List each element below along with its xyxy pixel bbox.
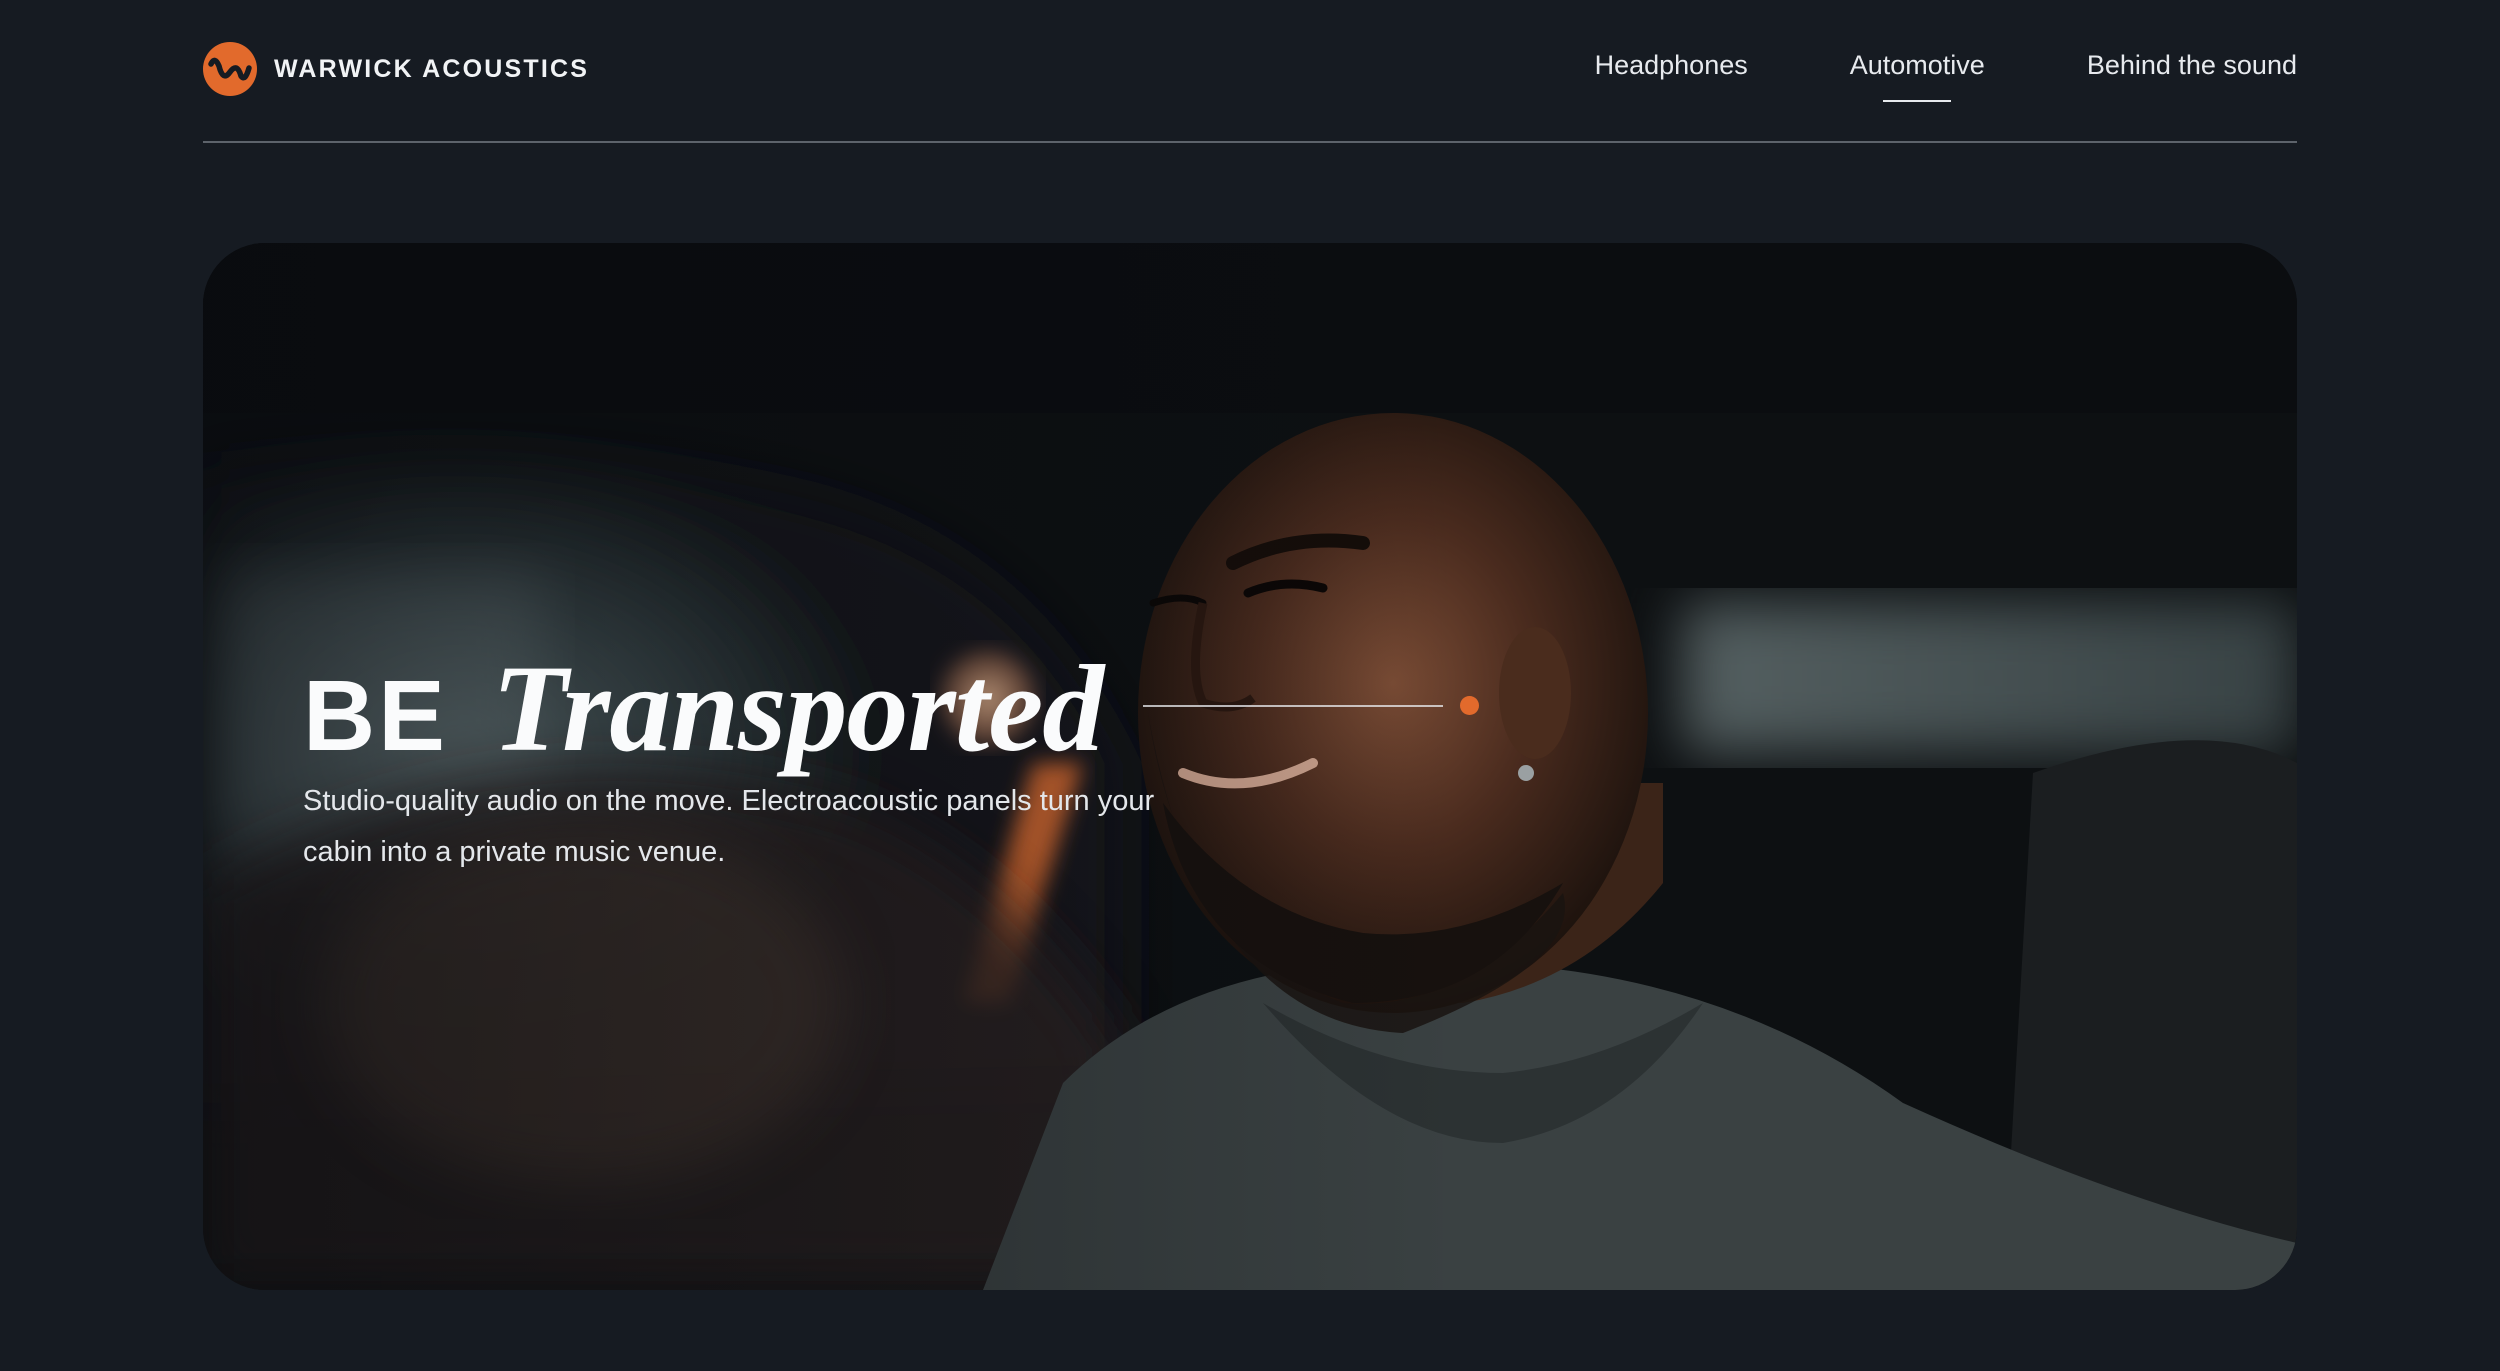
nav-item-headphones[interactable]: Headphones	[1595, 50, 1748, 81]
hero-subtitle-line-2: cabin into a private music venue.	[303, 836, 726, 868]
wave-logo-icon	[203, 42, 257, 96]
hero-banner: BE Transported Studio-quality audio on t…	[203, 243, 2297, 1290]
nav-item-behind-the-sound[interactable]: Behind the sound	[2087, 50, 2297, 81]
hero-title: BE Transported	[303, 638, 1104, 780]
brand-name: WARWICK ACOUSTICS	[274, 54, 590, 83]
hero-hotspot-dot[interactable]	[1460, 696, 1479, 715]
hero-callout-line	[1143, 705, 1443, 707]
brand-logo-link[interactable]: WARWICK ACOUSTICS	[203, 42, 589, 96]
hero-title-script: Transported	[491, 640, 1104, 777]
main-nav: Headphones Automotive Behind the sound	[1595, 50, 2297, 102]
nav-item-automotive[interactable]: Automotive	[1850, 50, 1985, 102]
hero-title-caps: BE	[303, 660, 448, 772]
site-header: WARWICK ACOUSTICS Headphones Automotive …	[203, 0, 2297, 143]
hero-subtitle: Studio-quality audio on the move. Electr…	[303, 776, 1303, 878]
hero-subtitle-line-1: Studio-quality audio on the move. Electr…	[303, 785, 1155, 817]
page: WARWICK ACOUSTICS Headphones Automotive …	[0, 0, 2500, 1371]
